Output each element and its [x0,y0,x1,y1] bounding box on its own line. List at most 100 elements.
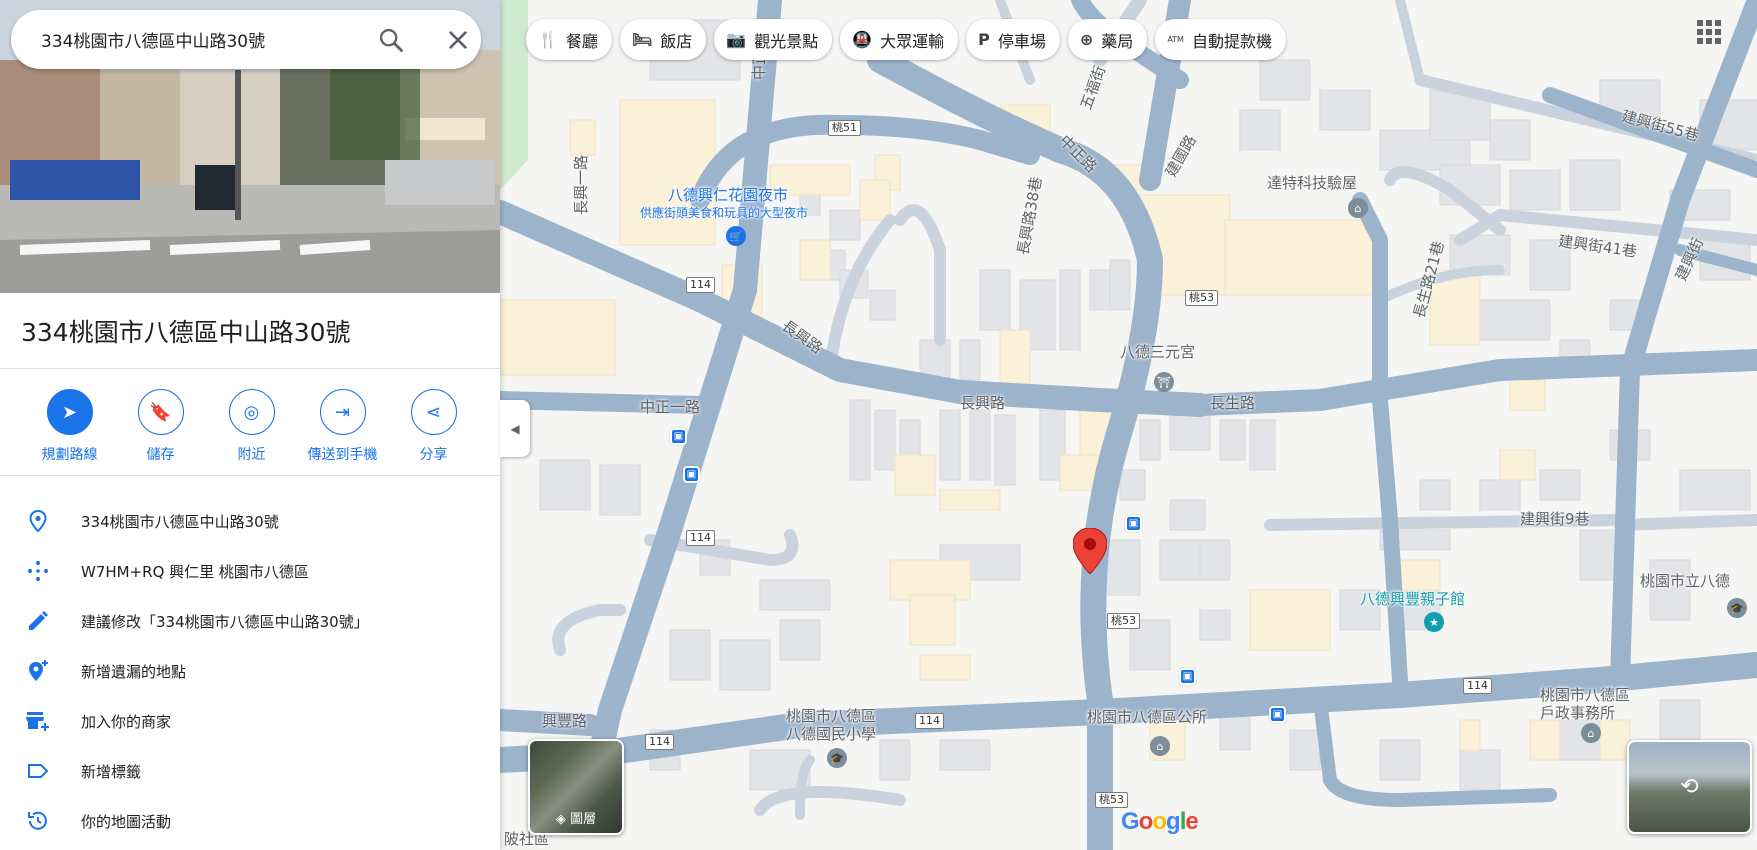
route-shield-t53: 桃53 [1107,613,1140,629]
chip-label: 停車場 [997,31,1046,51]
temple-icon[interactable]: ⛩ [1154,372,1174,392]
info-row-plus-code[interactable]: W7HM+RQ 興仁里 桃園市八德區 [0,546,500,596]
bus-stop-icon[interactable]: ▣ [683,466,700,483]
search-icon[interactable] [377,26,405,54]
info-text: 新增遺漏的地點 [81,662,187,681]
nearby-button[interactable]: ◎ 附近 [206,389,297,464]
directions-button[interactable]: ➤ 規劃路線 [24,389,115,464]
chip-label: 自動提款機 [1191,31,1272,51]
poi-label-household[interactable]: 桃園市八德區 戶政事務所 [1540,686,1630,722]
poi-subtitle-nightmarket: 供應街頭美食和玩具的大型夜市 [640,206,809,220]
history-icon [20,809,56,833]
info-row-map-activity[interactable]: 你的地圖活動 [0,796,500,846]
government-icon[interactable]: ⌂ [1150,736,1170,756]
layers-button[interactable]: ◈ 圖層 [528,739,624,835]
atm-icon: ATM [1167,35,1184,44]
road-label-changxing-east: 長興路 [960,394,1006,412]
chip-label: 觀光景點 [754,31,819,51]
chip-restaurants[interactable]: 🍴 餐廳 [526,19,612,60]
divider [0,475,500,476]
search-box[interactable] [11,10,481,69]
layers-icon: ◈ [555,812,566,827]
chip-pharmacy[interactable]: ⊕ 藥局 [1067,19,1148,60]
route-shield-t53: 桃53 [1185,290,1218,306]
street-view-photo[interactable] [0,0,500,293]
rotate-360-icon: ⟲ [1680,774,1699,800]
chip-atm[interactable]: ATM 自動提款機 [1155,19,1286,60]
close-icon[interactable] [444,26,472,54]
info-text: 加入你的商家 [81,712,172,731]
route-shield-t53: 桃53 [1095,792,1128,808]
poi-label-xingfeng-kids[interactable]: 八德興豐親子館 [1360,590,1465,608]
save-button[interactable]: 🔖 儲存 [115,389,206,464]
route-shield-t51: 桃51 [828,120,861,136]
poi-label-sanyuan[interactable]: 八德三元宮 [1120,343,1195,361]
send-to-phone-button[interactable]: ⇥ 傳送到手機 [297,389,388,464]
directions-icon: ➤ [46,389,93,435]
chevron-left-icon: ◀ [510,421,520,436]
add-place-icon [20,659,56,683]
chip-label: 藥局 [1101,31,1134,51]
maps-app: 中正北路 長興一路 中正路 建國路 長興路 長興路 長生路 中正一路 長興路38… [0,0,1757,850]
bus-stop-icon[interactable]: ▣ [1269,706,1286,723]
map-canvas[interactable]: 中正北路 長興一路 中正路 建國路 長興路 長興路 長生路 中正一路 長興路38… [500,0,1757,850]
poi-label-nightmarket[interactable]: 八德興仁花園夜市 [668,186,788,204]
route-shield-114: 114 [915,713,944,729]
poi-label-taoyuan-school[interactable]: 桃園市立八德 [1640,572,1730,590]
action-label: 分享 [419,447,448,463]
restaurant-icon: 🍴 [538,30,558,49]
share-button[interactable]: ⋖ 分享 [388,389,479,464]
label-icon [20,759,56,783]
parking-icon: P [978,30,990,49]
search-input[interactable] [41,29,351,50]
route-shield-114: 114 [645,734,674,750]
chip-label: 飯店 [660,31,693,51]
poi-label-school[interactable]: 桃園市八德區 八德國民小學 [786,707,876,743]
shopping-icon[interactable]: 🛒 [726,226,746,246]
add-business-icon [20,709,56,733]
apps-grid-icon[interactable] [1697,20,1721,44]
chip-hotels[interactable]: 🛏 飯店 [619,19,707,60]
chip-label: 大眾運輸 [880,31,945,51]
bus-stop-icon[interactable]: ▣ [1179,668,1196,685]
chip-transit[interactable]: 🚇 大眾運輸 [840,19,959,60]
bus-stop-icon[interactable]: ▣ [1125,515,1142,532]
chip-parking[interactable]: P 停車場 [966,19,1060,60]
location-pin-marker[interactable] [1073,528,1107,574]
action-label: 傳送到手機 [307,447,378,463]
bookmark-icon: 🔖 [137,389,184,435]
info-row-add-place[interactable]: 新增遺漏的地點 [0,646,500,696]
pharmacy-icon: ⊕ [1079,30,1094,49]
nearby-icon: ◎ [228,389,275,435]
info-text: 你的地圖活動 [81,812,172,831]
museum-icon[interactable]: ⌂ [1348,198,1368,218]
route-shield-114: 114 [1463,678,1492,694]
chip-attractions[interactable]: 📷 觀光景點 [714,19,833,60]
school-icon[interactable]: 🎓 [827,748,847,768]
camera-icon: 📷 [726,30,747,49]
info-row-suggest-edit[interactable]: 建議修改「334桃園市八德區中山路30號」 [0,596,500,646]
street-view-thumbnail[interactable]: ⟲ [1627,740,1752,834]
category-chips: 🍴 餐廳 🛏 飯店 📷 觀光景點 🚇 大眾運輸 P 停車場 ⊕ 藥局 ATM 自動提款機 [526,19,1286,60]
collapse-panel-button[interactable]: ◀ [500,400,530,457]
place-info-list: 334桃園市八德區中山路30號 W7HM+RQ 興仁里 桃園市八德區 建議修改「… [0,496,500,846]
transit-icon: 🚇 [852,30,873,49]
road-label-zhongzheng1: 中正一路 [640,398,701,416]
location-pin-icon [20,509,56,533]
send-to-phone-icon: ⇥ [319,389,366,435]
bus-stop-icon[interactable]: ▣ [670,428,687,445]
government-icon[interactable]: ⌂ [1581,723,1601,743]
layers-label: 圖層 [570,812,597,827]
place-panel: 334桃園市八德區中山路30號 ➤ 規劃路線 🔖 儲存 ◎ 附近 ⇥ 傳送到手機… [0,0,500,850]
info-text: 建議修改「334桃園市八德區中山路30號」 [81,612,369,631]
info-row-address[interactable]: 334桃園市八德區中山路30號 [0,496,500,546]
hotel-icon: 🛏 [631,30,653,49]
route-shield-114: 114 [686,277,715,293]
info-row-add-label[interactable]: 新增標籤 [0,746,500,796]
kids-center-icon[interactable]: ★ [1424,612,1444,632]
info-row-add-business[interactable]: 加入你的商家 [0,696,500,746]
school-icon[interactable]: 🎓 [1727,598,1747,618]
poi-label-district-office[interactable]: 桃園市八德區公所 [1087,708,1207,726]
share-icon: ⋖ [410,389,457,435]
poi-label-dater[interactable]: 達特科技驗屋 [1267,174,1357,192]
